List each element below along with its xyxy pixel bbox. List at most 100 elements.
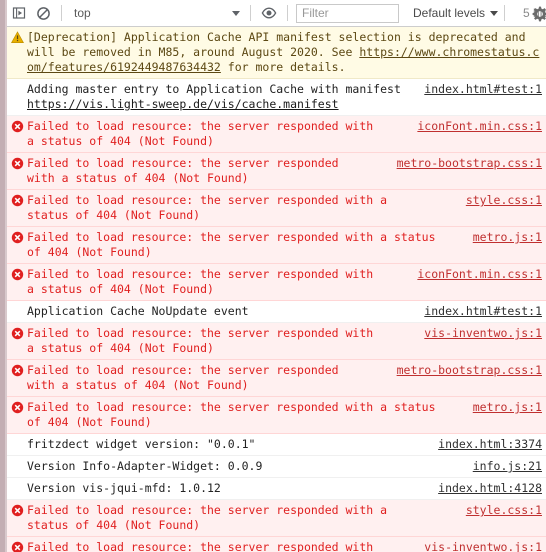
message-text: Failed to load resource: the server resp… [27,230,436,259]
message-gutter [7,481,27,496]
message-body: Failed to load resource: the server resp… [27,156,546,186]
message-source-link[interactable]: metro.js:1 [473,400,542,415]
message-source-link[interactable]: metro-bootstrap.css:1 [397,156,542,171]
message-body: Version Info-Adapter-Widget: 0.0.9 info.… [27,459,546,474]
message-text: Failed to load resource: the server resp… [27,156,339,185]
manifest-url-link[interactable]: https://vis.light-sweep.de/vis/cache.man… [27,97,339,111]
message-gutter [7,230,27,260]
console-message-error[interactable]: Failed to load resource: the server resp… [7,190,546,227]
error-circle-icon [11,401,23,414]
console-message-log[interactable]: Version Info-Adapter-Widget: 0.0.9 info.… [7,456,546,478]
message-gutter [7,400,27,430]
message-source-link[interactable]: vis-inventwo.js:1 [424,326,542,341]
message-gutter [7,304,27,319]
message-text: Failed to load resource: the server resp… [27,400,436,429]
message-text: [Deprecation] Application Cache API mani… [27,30,542,75]
message-body: Version vis-jqui-mfd: 1.0.12 index.html:… [27,481,546,496]
message-gutter [7,363,27,393]
message-body: Application Cache NoUpdate event index.h… [27,304,546,319]
message-source-link[interactable]: iconFont.min.css:1 [417,267,542,282]
message-gutter [7,193,27,223]
console-message-error[interactable]: Failed to load resource: the server resp… [7,227,546,264]
warning-triangle-icon [10,31,24,43]
message-source-link[interactable]: index.html:3374 [438,437,542,452]
message-body: fritzdect widget version: "0.0.1" index.… [27,437,546,452]
toolbar-divider-1 [61,5,62,21]
message-source-link[interactable]: vis-inventwo.js:1 [424,540,542,552]
console-message-log[interactable]: Version vis-jqui-mfd: 1.0.12 index.html:… [7,478,546,500]
console-message-warning[interactable]: [Deprecation] Application Cache API mani… [7,27,546,79]
message-body: Failed to load resource: the server resp… [27,400,546,430]
console-message-log[interactable]: Application Cache NoUpdate event index.h… [7,301,546,323]
chevron-down-icon [490,10,499,16]
error-circle-icon [11,327,23,340]
chevron-down-icon [232,10,240,16]
message-gutter [7,82,27,112]
message-text: Failed to load resource: the server resp… [27,503,388,532]
message-text: Failed to load resource: the server resp… [27,119,374,148]
error-circle-icon [11,231,23,244]
error-circle-icon [11,364,23,377]
message-gutter [7,540,27,552]
message-source-link[interactable]: index.html:4128 [438,481,542,496]
message-body: Failed to load resource: the server resp… [27,193,546,223]
console-toolbar: top Filter Default levels 5 hidden [0,0,546,27]
console-message-error[interactable]: Failed to load resource: the server resp… [7,397,546,434]
message-text: Failed to load resource: the server resp… [27,193,388,222]
log-levels-dropdown[interactable]: Default levels [413,6,499,20]
message-text-part: Adding master entry to Application Cache… [27,82,401,96]
message-text: Failed to load resource: the server resp… [27,326,374,355]
clear-console-icon[interactable] [31,1,55,25]
execution-context-value: top [74,6,91,20]
message-source-link[interactable]: iconFont.min.css:1 [417,119,542,134]
message-gutter [7,156,27,186]
toolbar-divider-2 [250,5,251,21]
message-source-link[interactable]: index.html#test:1 [424,82,542,97]
message-gutter [7,503,27,533]
console-message-list[interactable]: [Deprecation] Application Cache API mani… [0,27,546,552]
console-message-error[interactable]: Failed to load resource: the server resp… [7,116,546,153]
filter-input[interactable]: Filter [296,3,399,23]
message-source-link[interactable]: style.css:1 [466,193,542,208]
message-text: fritzdect widget version: "0.0.1" [27,437,256,451]
message-text: Failed to load resource: the server resp… [27,540,374,552]
console-message-error[interactable]: Failed to load resource: the server resp… [7,323,546,360]
console-message-log[interactable]: fritzdect widget version: "0.0.1" index.… [7,434,546,456]
log-levels-label: Default levels [413,6,486,20]
console-message-error[interactable]: Failed to load resource: the server resp… [7,537,546,552]
message-source-link[interactable]: style.css:1 [466,503,542,518]
message-source-link[interactable]: metro.js:1 [473,230,542,245]
message-body: Failed to load resource: the server resp… [27,119,546,149]
message-gutter [7,437,27,452]
error-circle-icon [11,268,23,281]
message-text: Version vis-jqui-mfd: 1.0.12 [27,481,221,495]
error-circle-icon [11,120,23,133]
message-text: Failed to load resource: the server resp… [27,267,374,296]
console-message-log[interactable]: Adding master entry to Application Cache… [7,79,546,116]
message-gutter [7,326,27,356]
message-body: Failed to load resource: the server resp… [27,326,546,356]
message-gutter [7,267,27,297]
console-message-error[interactable]: Failed to load resource: the server resp… [7,264,546,301]
execution-context-selector[interactable]: top [68,3,244,23]
toolbar-divider-3 [287,5,288,21]
devtools-console-panel: top Filter Default levels 5 hidden [0,0,546,552]
error-circle-icon [11,157,23,170]
message-source-link[interactable]: info.js:21 [473,459,542,474]
console-message-error[interactable]: Failed to load resource: the server resp… [7,500,546,537]
console-message-error[interactable]: Failed to load resource: the server resp… [7,153,546,190]
error-circle-icon [11,504,23,517]
message-text: Adding master entry to Application Cache… [27,82,414,112]
eye-icon[interactable] [257,1,281,25]
gear-icon[interactable] [530,4,546,24]
error-circle-icon [11,194,23,207]
panel-left-edge-highlight [5,0,7,552]
message-body: Adding master entry to Application Cache… [27,82,546,112]
message-source-link[interactable]: index.html#test:1 [424,304,542,319]
message-gutter [7,119,27,149]
message-source-link[interactable]: metro-bootstrap.css:1 [397,363,542,378]
frame-play-icon[interactable] [7,1,31,25]
message-gutter [7,459,27,474]
console-message-error[interactable]: Failed to load resource: the server resp… [7,360,546,397]
message-text: Version Info-Adapter-Widget: 0.0.9 [27,459,263,473]
